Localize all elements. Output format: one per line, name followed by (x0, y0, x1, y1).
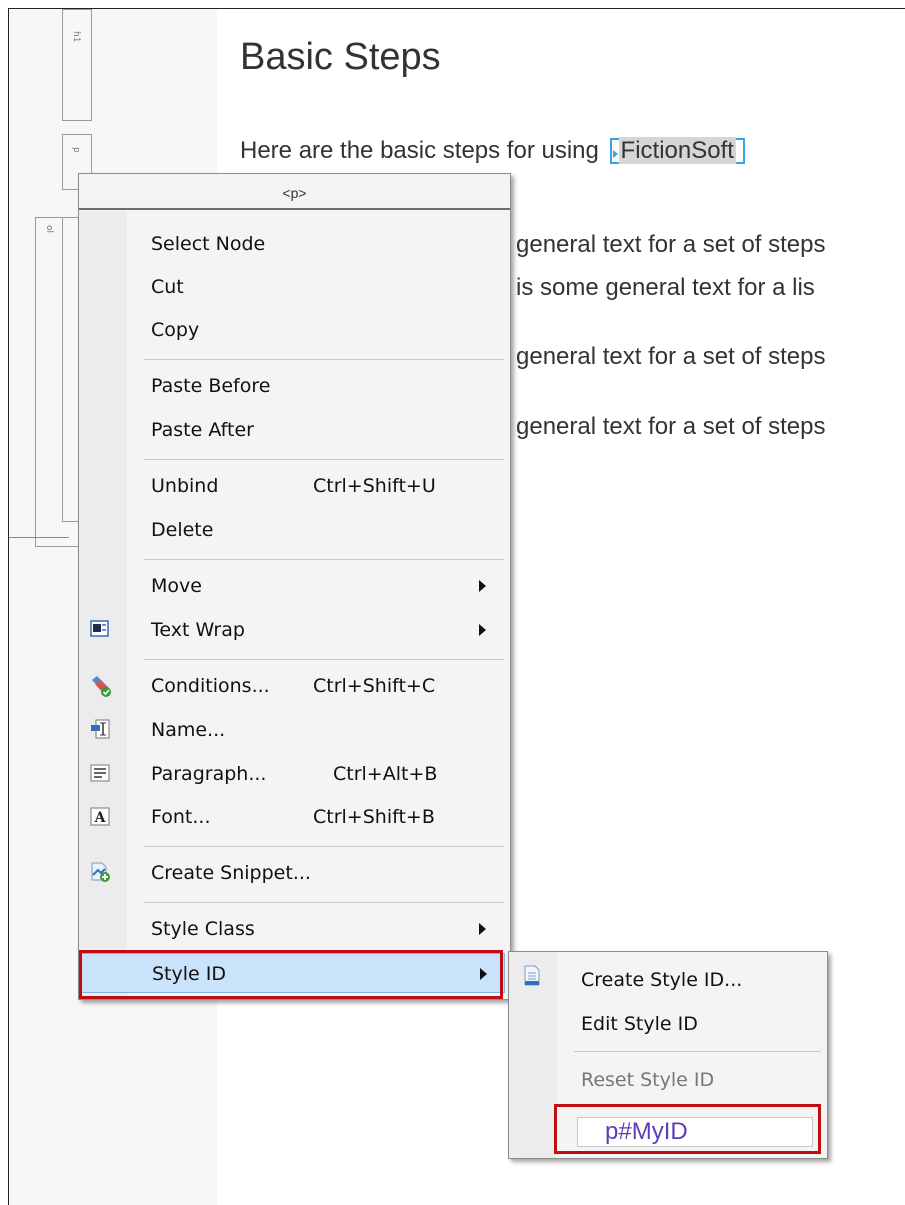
submenu-arrow-icon (479, 923, 486, 935)
structure-tag-h1-label: h1 (71, 31, 81, 43)
structure-divider (9, 537, 69, 538)
submenu-item-label: Reset Style ID (581, 1069, 715, 1091)
structure-tag-h1[interactable] (62, 9, 92, 121)
menu-item-label: Select Node (151, 233, 266, 255)
menu-item-shortcut: Ctrl+Shift+B (313, 806, 435, 828)
menu-item-text-wrap[interactable]: Text Wrap (79, 610, 510, 650)
variable-start-marker (609, 138, 619, 164)
menu-item-paragraph[interactable]: Paragraph... Ctrl+Alt+B (79, 754, 510, 794)
submenu-item-create-style-id[interactable]: Create Style ID... (509, 961, 827, 997)
menu-item-label: Unbind (151, 475, 219, 497)
menu-item-label: Name... (151, 719, 226, 741)
menu-item-label: Font... (151, 806, 211, 828)
menu-item-copy[interactable]: Copy (79, 310, 510, 350)
menu-separator (144, 459, 504, 460)
context-menu-header: <p> (79, 174, 510, 210)
intro-text: Here are the basic steps for using (240, 137, 606, 164)
menu-item-shortcut: Ctrl+Shift+U (313, 475, 436, 497)
menu-separator (144, 359, 504, 360)
menu-item-name[interactable]: Name... (79, 710, 510, 750)
page-title[interactable]: Basic Steps (240, 36, 441, 79)
svg-text:A: A (94, 810, 107, 826)
menu-item-shortcut: Ctrl+Shift+C (313, 675, 436, 697)
menu-item-conditions[interactable]: Conditions... Ctrl+Shift+C (79, 666, 510, 706)
menu-item-paste-after[interactable]: Paste After (79, 410, 510, 450)
menu-item-style-class[interactable]: Style Class (79, 909, 510, 949)
menu-item-label: Move (151, 575, 202, 597)
structure-tag-ol-label: ol (44, 225, 54, 234)
conditions-icon (89, 674, 111, 697)
menu-item-label: Cut (151, 276, 184, 298)
style-id-callout-outline (79, 950, 503, 999)
menu-item-label: Paragraph... (151, 763, 267, 785)
menu-item-shortcut: Ctrl+Alt+B (333, 763, 438, 785)
menu-item-label: Delete (151, 519, 214, 541)
menu-item-select-node[interactable]: Select Node (79, 224, 510, 264)
menu-item-label: Create Snippet... (151, 862, 311, 884)
menu-item-label: Conditions... (151, 675, 270, 697)
variable-end-marker (735, 138, 745, 164)
submenu-arrow-icon (479, 624, 486, 636)
menu-item-label: Text Wrap (151, 619, 245, 641)
paragraph-icon (89, 762, 111, 784)
step-text[interactable]: general text for a set of steps (516, 413, 826, 441)
menu-separator (144, 902, 504, 903)
variable-fictionsoft[interactable]: FictionSoft (618, 137, 736, 164)
text-wrap-icon (89, 618, 111, 640)
intro-paragraph[interactable]: Here are the basic steps for using Ficti… (240, 137, 745, 165)
menu-item-label: Copy (151, 319, 200, 341)
menu-item-label: Style Class (151, 918, 255, 940)
submenu-item-edit-style-id[interactable]: Edit Style ID (509, 1005, 827, 1041)
menu-separator (144, 846, 504, 847)
font-icon: A (89, 805, 111, 827)
menu-separator (144, 559, 504, 560)
submenu-item-label: Edit Style ID (581, 1013, 698, 1035)
menu-item-create-snippet[interactable]: Create Snippet... (79, 853, 510, 893)
submenu-item-reset-style-id: Reset Style ID (509, 1061, 827, 1097)
menu-item-label: Paste After (151, 419, 254, 441)
list-text[interactable]: is some general text for a lis (516, 274, 815, 302)
create-style-id-icon (523, 965, 541, 992)
menu-item-move[interactable]: Move (79, 566, 510, 606)
submenu-item-label: Create Style ID... (581, 969, 743, 991)
style-id-submenu: Create Style ID... Edit Style ID Reset S… (508, 951, 828, 1159)
submenu-separator (574, 1051, 821, 1052)
name-icon (89, 718, 111, 740)
step-text[interactable]: general text for a set of steps (516, 343, 826, 371)
create-snippet-icon (89, 861, 111, 883)
menu-item-cut[interactable]: Cut (79, 267, 510, 307)
menu-separator (144, 659, 504, 660)
menu-item-unbind[interactable]: Unbind Ctrl+Shift+U (79, 466, 510, 506)
menu-item-label: Paste Before (151, 375, 271, 397)
menu-item-delete[interactable]: Delete (79, 510, 510, 550)
context-menu: <p> Select Node Cut Copy Paste Before Pa… (78, 173, 511, 1000)
style-id-value: p#MyID (605, 1118, 688, 1145)
structure-tag-p-label: p (71, 147, 81, 153)
menu-item-font[interactable]: A Font... Ctrl+Shift+B (79, 797, 510, 837)
step-text[interactable]: general text for a set of steps (516, 231, 826, 259)
submenu-arrow-icon (479, 580, 486, 592)
menu-item-paste-before[interactable]: Paste Before (79, 366, 510, 406)
